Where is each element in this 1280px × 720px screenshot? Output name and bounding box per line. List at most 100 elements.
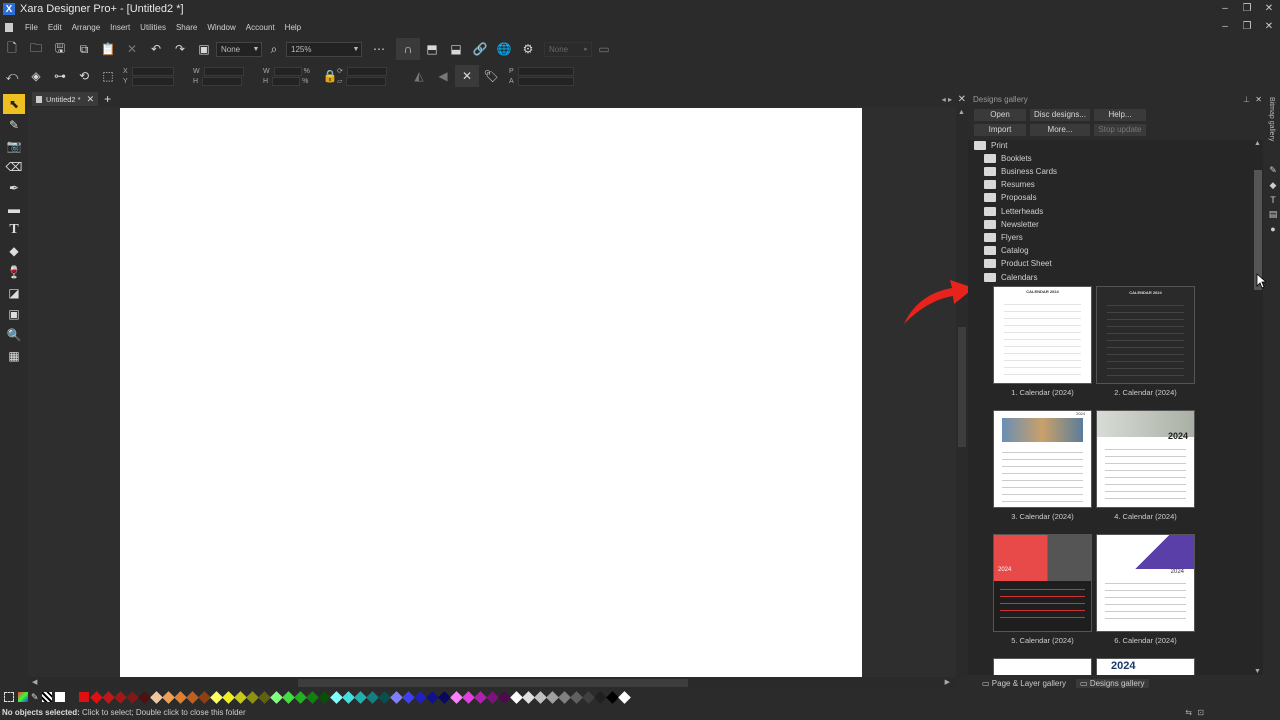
rotation-input[interactable] (346, 66, 387, 76)
menu-edit[interactable]: Edit (48, 23, 62, 32)
gallery-scroll-thumb[interactable] (1254, 170, 1262, 290)
folder-item[interactable]: Resumes (984, 180, 1035, 189)
gallery-pin-icon[interactable]: ⊥ (1243, 93, 1250, 107)
open-folder-icon[interactable]: 🗀 (24, 38, 48, 60)
folder-item[interactable]: Business Cards (984, 167, 1057, 176)
y-input[interactable] (131, 76, 174, 86)
text-tool-icon[interactable]: T (3, 220, 25, 240)
folder-item[interactable]: Catalog (984, 246, 1029, 255)
p-input[interactable] (517, 66, 574, 76)
close-window-button[interactable]: ✕ (1258, 0, 1280, 18)
delete-icon[interactable]: ✕ (120, 38, 144, 60)
calendar-thumbnail-3[interactable]: 2024 (993, 410, 1092, 508)
no-color-icon[interactable] (4, 692, 14, 702)
calendar-thumbnail-8[interactable]: 2024 (1096, 658, 1195, 675)
flip-horizontal-icon[interactable]: ◭ (407, 65, 431, 87)
minimize-button[interactable]: – (1214, 0, 1236, 18)
menu-share[interactable]: Share (176, 23, 197, 32)
scroll-up-icon[interactable]: ▲ (958, 109, 965, 116)
a-input[interactable] (517, 76, 574, 86)
tab-page-layer-gallery[interactable]: ▭ Page & Layer gallery (978, 679, 1070, 688)
folder-item[interactable]: Newsletter (984, 220, 1039, 229)
rotate-handles-icon[interactable]: ⟲ (72, 65, 96, 87)
scroll-left-icon[interactable]: ◀ (32, 678, 37, 686)
zoom-tool-icon[interactable]: 🔍 (3, 325, 25, 345)
help-button[interactable]: Help... (1094, 109, 1146, 121)
fill-tool-icon[interactable]: ◆ (3, 241, 25, 261)
h-percent-input[interactable] (272, 76, 301, 86)
menu-help[interactable]: Help (285, 23, 301, 32)
color-swatch[interactable] (78, 692, 89, 702)
transparency-icon[interactable]: ▣ (192, 38, 216, 60)
horizontal-scroll-thumb[interactable] (298, 679, 688, 687)
menu-account[interactable]: Account (246, 23, 275, 32)
web-settings-icon[interactable]: ⚙ (516, 38, 540, 60)
h-input[interactable] (202, 76, 243, 86)
node-tool-icon[interactable]: ◈ (24, 65, 48, 87)
selection-bounds-icon[interactable]: ⬚ (96, 65, 120, 87)
calendar-thumbnail-2[interactable]: CALENDAR 2024 (1096, 286, 1195, 384)
eyedropper-icon[interactable]: ✎ (31, 692, 39, 703)
tab-designs-gallery[interactable]: ▭ Designs gallery (1076, 678, 1149, 688)
redo-icon[interactable]: ↷ (168, 38, 192, 60)
calendar-thumbnail-1[interactable]: CALENDAR 2024 (993, 286, 1092, 384)
eraser-tool-icon[interactable]: ⌫ (3, 157, 25, 177)
folder-print[interactable]: Print (974, 141, 1007, 150)
menu-window[interactable]: Window (207, 23, 235, 32)
line-width-icon[interactable]: ▭ (592, 38, 616, 60)
folder-item[interactable]: Flyers (984, 233, 1023, 242)
document-page[interactable] (120, 108, 862, 677)
folder-item[interactable]: Letterheads (984, 207, 1043, 216)
folder-calendars[interactable]: Calendars (984, 273, 1037, 282)
scroll-right-icon[interactable]: ▶ (945, 678, 950, 686)
new-document-icon[interactable]: 🗋 (0, 38, 24, 60)
photo-tool-icon[interactable]: 📷 (3, 136, 25, 156)
x-input[interactable] (131, 66, 174, 76)
tab-untitled2[interactable]: Untitled2 * ✕ (32, 92, 99, 106)
color-swatch-white[interactable] (54, 692, 65, 702)
document-menu-icon[interactable] (5, 22, 13, 32)
canvas-horizontal-scrollbar[interactable]: ◀ ▶ (28, 677, 956, 689)
zoom-icon[interactable]: ⌕ (262, 38, 286, 60)
flip-vertical-icon[interactable]: ◀ (431, 65, 455, 87)
doc-close-button[interactable]: ✕ (1258, 18, 1280, 36)
status-icon-fullscreen[interactable]: ⇆ (1185, 705, 1192, 720)
new-tab-icon[interactable]: + (104, 92, 111, 106)
line-style-dropdown[interactable]: None ▸ (544, 41, 592, 57)
snap-grid-icon[interactable]: ⋯ (362, 38, 396, 60)
w-percent-input[interactable] (273, 66, 302, 76)
color-swatch[interactable] (618, 690, 631, 704)
close-doc-icon[interactable]: ✕ (958, 94, 966, 105)
calendar-thumbnail-7[interactable] (993, 658, 1092, 675)
folder-item[interactable]: Proposals (984, 193, 1037, 202)
shape-tool-icon[interactable]: ⊶ (48, 65, 72, 87)
gallery-scroll-up-icon[interactable]: ▲ (1254, 140, 1261, 147)
import-button[interactable]: Import (974, 124, 1026, 136)
zoom-dropdown[interactable]: 125% ▼ (286, 41, 362, 57)
gallery-scrollbar[interactable]: ▲ ▼ (1253, 140, 1263, 675)
copy-icon[interactable]: ⧉ (72, 38, 96, 60)
gallery-close-icon[interactable]: ✕ (1255, 93, 1262, 107)
lock-aspect-icon[interactable]: 🔒 (323, 65, 338, 87)
canvas-vertical-scrollbar[interactable]: ▲ (956, 107, 968, 677)
side-tab-icon[interactable]: ▤ (1266, 209, 1280, 220)
calendar-thumbnail-6[interactable]: 2024 (1096, 534, 1195, 632)
send-back-icon[interactable]: ⬓ (444, 38, 468, 60)
w-input[interactable] (203, 66, 244, 76)
doc-restore-button[interactable]: ❐ (1236, 18, 1258, 36)
magnet-snap-icon[interactable]: ∩ (396, 38, 420, 60)
selector-tool-icon[interactable]: ⬉ (3, 94, 25, 114)
table-tool-icon[interactable]: ▦ (3, 346, 25, 366)
stop-update-button[interactable]: Stop update (1094, 124, 1146, 136)
disc-designs-button[interactable]: Disc designs... (1030, 109, 1090, 121)
tab-scroll-icon[interactable]: ◂ ▸ (942, 95, 952, 104)
scale-lines-icon[interactable]: ✕ (455, 65, 479, 87)
link-icon[interactable]: 🔗 (468, 38, 492, 60)
restore-button[interactable]: ❐ (1236, 0, 1258, 18)
more-button[interactable]: More... (1030, 124, 1090, 136)
rotate-tool-icon[interactable]: ⤺ (0, 65, 24, 87)
rectangle-tool-icon[interactable]: ▬ (3, 199, 25, 219)
undo-icon[interactable]: ↶ (144, 38, 168, 60)
paste-icon[interactable]: 📋 (96, 38, 120, 60)
folder-item[interactable]: Product Sheet (984, 259, 1052, 268)
